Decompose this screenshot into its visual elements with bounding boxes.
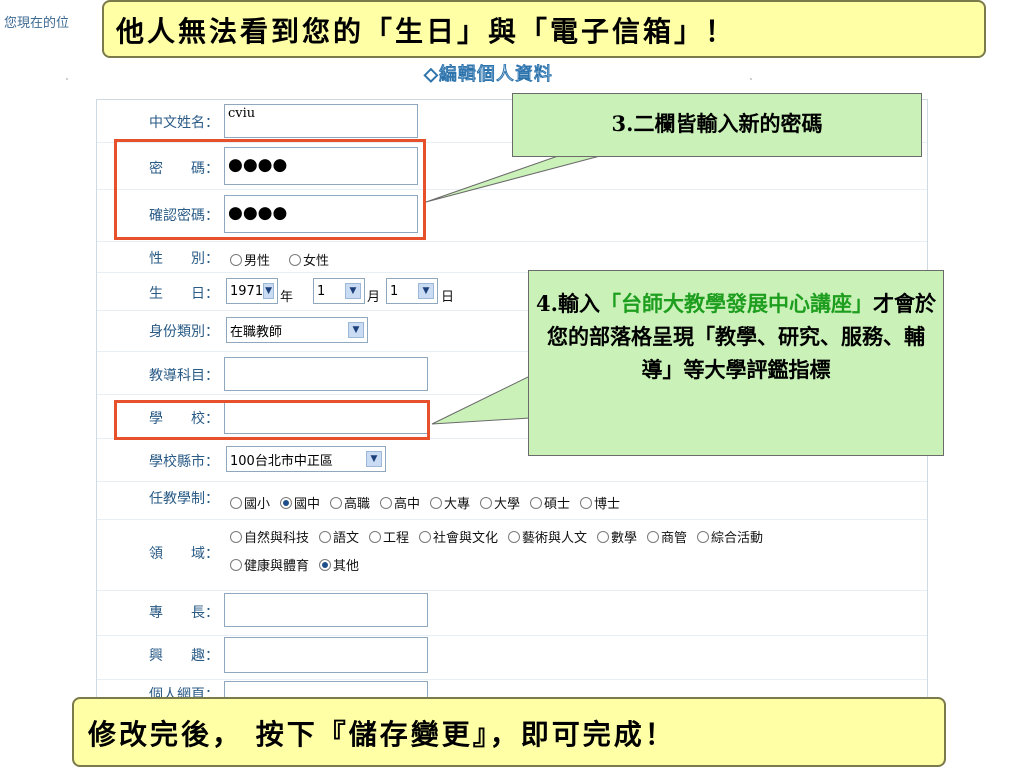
year-unit: 年 [280,290,294,305]
teaching-level-option[interactable]: 國中 [280,493,320,512]
domain-option[interactable]: 語文 [319,527,359,546]
privacy-callout: 他人無法看到您的「生日」與「電子信箱」！ [102,0,986,58]
birthday-label: 生 日： [149,286,219,302]
teaching-level-option[interactable]: 國小 [230,493,270,512]
identity-label: 身份類別： [149,324,219,340]
password-highlight-box [114,139,426,240]
domain-option[interactable]: 工程 [369,527,409,546]
specialty-label: 專 長： [149,605,219,621]
month-unit: 月 [367,290,381,305]
domain-option[interactable]: 數學 [597,527,637,546]
school-highlight-box [114,400,430,440]
radio-icon [369,530,381,543]
gender-option-female[interactable]: 女性 [289,250,329,269]
decorative-dot [750,78,752,80]
specialty-input[interactable] [224,593,428,627]
day-unit: 日 [441,290,455,305]
domain-option[interactable]: 藝術與人文 [508,527,587,546]
radio-icon [230,496,242,509]
domain-option[interactable]: 健康與體育 [230,555,309,574]
name-input[interactable]: cviu [224,104,418,138]
interest-input[interactable] [224,637,428,673]
domain-label: 領 域： [149,546,219,562]
gender-label: 性 別： [149,251,219,267]
radio-icon [330,496,342,509]
birth-year-select[interactable]: 1971 ▼ [226,278,278,304]
chevron-down-icon: ▼ [345,283,361,299]
decorative-dot [66,78,68,80]
radio-icon [319,558,331,571]
form-row-gender: 性 別： 男性 女性 [97,241,927,273]
form-row-specialty: 專 長： [97,590,927,636]
subject-label: 教導科目： [149,368,219,384]
radio-icon [289,253,301,266]
teaching-level-option[interactable]: 大專 [430,493,470,512]
chevron-down-icon: ▼ [366,451,382,467]
teaching-level-option[interactable]: 博士 [580,493,620,512]
radio-icon [480,496,492,509]
radio-icon [280,496,292,509]
radio-icon [697,530,709,543]
teaching-level-option[interactable]: 碩士 [530,493,570,512]
domain-option[interactable]: 社會與文化 [419,527,498,546]
interest-label: 興 趣： [149,648,219,664]
chevron-down-icon: ▼ [348,322,364,338]
chevron-down-icon: ▼ [263,283,274,299]
teaching-level-option[interactable]: 大學 [480,493,520,512]
domain-option[interactable]: 商管 [647,527,687,546]
radio-icon [597,530,609,543]
teaching-level-label: 任教學制： [149,491,219,507]
school-city-select[interactable]: 100台北市中正區 ▼ [226,446,386,472]
birth-month-select[interactable]: 1 ▼ [313,278,365,304]
gender-option-male[interactable]: 男性 [230,250,270,269]
radio-icon [380,496,392,509]
breadcrumb: 您現在的位 [4,16,70,31]
radio-icon [580,496,592,509]
school-city-label: 學校縣市： [149,454,219,470]
radio-icon [319,530,331,543]
form-row-interest: 興 趣： [97,635,927,680]
section-title: ◇編輯個人資料 [424,64,553,86]
radio-icon [230,530,242,543]
subject-input[interactable] [224,357,428,391]
identity-select[interactable]: 在職教師 ▼ [226,317,368,343]
save-instruction-callout: 修改完後， 按下『儲存變更』，即可完成！ [72,697,946,767]
radio-icon [647,530,659,543]
teaching-level-option[interactable]: 高職 [330,493,370,512]
form-row-teaching-level: 任教學制： 國小 國中 高職 高中 大專 大學 碩士 博士 [97,481,927,520]
domain-option[interactable]: 其他 [319,555,359,574]
step3-note: 3.二欄皆輸入新的密碼 [512,93,922,157]
step4-note: 4.輸入「台師大教學發展中心講座」才會於您的部落格呈現「教學、研究、服務、輔導」… [528,270,944,456]
radio-icon [508,530,520,543]
name-label: 中文姓名： [149,115,219,131]
radio-icon [230,253,242,266]
chevron-down-icon: ▼ [418,283,434,299]
teaching-level-option[interactable]: 高中 [380,493,420,512]
domain-option[interactable]: 綜合活動 [697,527,763,546]
radio-icon [419,530,431,543]
radio-icon [230,558,242,571]
form-row-domain: 領 域： 自然與科技 語文 工程 社會與文化 藝術與人文 數學 商管 綜合活動健康與體育 其他 [97,519,927,591]
radio-icon [430,496,442,509]
birth-day-select[interactable]: 1 ▼ [386,278,438,304]
domain-option[interactable]: 自然與科技 [230,527,309,546]
step4-highlight-text: 「台師大教學發展中心講座」 [599,291,873,316]
radio-icon [530,496,542,509]
